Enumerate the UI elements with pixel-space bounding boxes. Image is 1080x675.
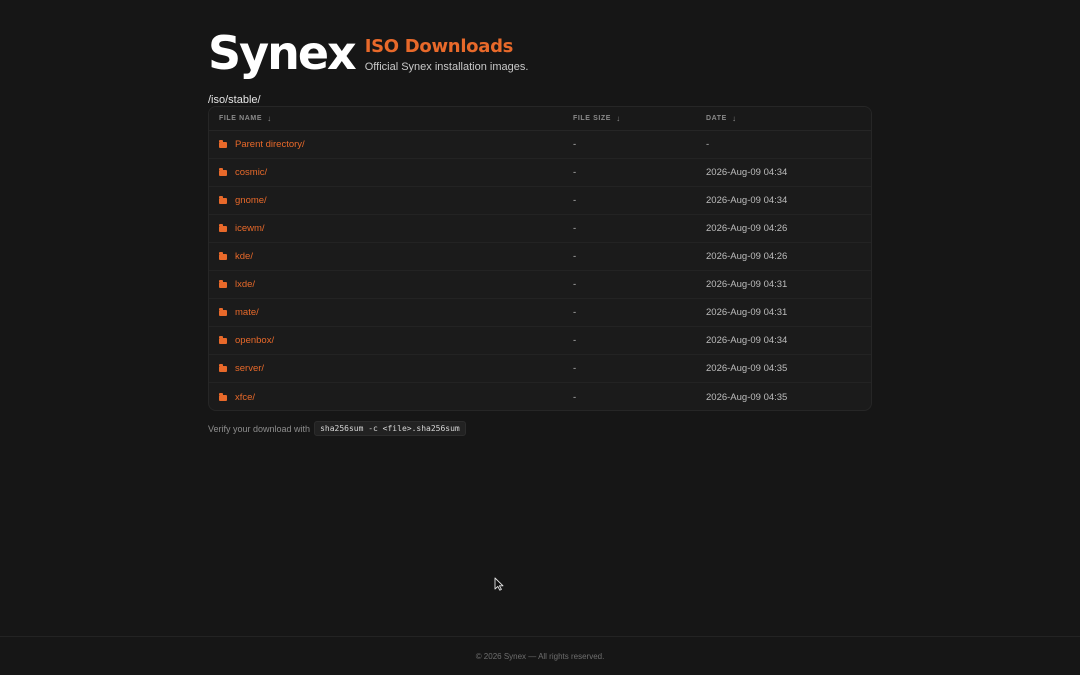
directory-link-server[interactable]: server/ xyxy=(235,363,264,374)
table-row: Parent directory/ - - xyxy=(209,131,871,159)
directory-link-cosmic[interactable]: cosmic/ xyxy=(235,167,267,178)
file-size-cell: - xyxy=(573,335,577,346)
folder-icon xyxy=(219,336,227,344)
date-cell: 2026-Aug-09 04:26 xyxy=(706,223,788,234)
table-row: lxde/ - 2026-Aug-09 04:31 xyxy=(209,271,871,299)
folder-icon xyxy=(219,308,227,316)
verify-note: Verify your download with sha256sum -c <… xyxy=(208,421,466,436)
table-row: gnome/ - 2026-Aug-09 04:34 xyxy=(209,187,871,215)
file-name-cell: mate/ xyxy=(209,307,573,318)
folder-icon xyxy=(219,168,227,176)
directory-link-mate[interactable]: mate/ xyxy=(235,307,259,318)
date-cell: 2026-Aug-09 04:35 xyxy=(706,363,788,374)
page-title: ISO Downloads xyxy=(364,36,514,57)
file-name-cell: server/ xyxy=(209,363,573,374)
header-text: ISO Downloads Official Synex installatio… xyxy=(365,28,529,73)
file-name-cell: lxde/ xyxy=(209,279,573,290)
folder-icon xyxy=(219,364,227,372)
directory-link-gnome[interactable]: gnome/ xyxy=(235,195,267,206)
column-label-date: Date xyxy=(706,115,727,122)
file-size-cell: - xyxy=(573,139,577,150)
sort-down-icon: ↓ xyxy=(267,114,272,123)
current-path: /iso/stable/ xyxy=(208,94,261,106)
mouse-cursor-icon xyxy=(494,577,504,591)
file-size-cell: - xyxy=(573,279,577,290)
folder-icon xyxy=(219,196,227,204)
column-header-file-size[interactable]: File Size ↓ xyxy=(573,114,706,123)
folder-icon xyxy=(219,224,227,232)
file-size-cell: - xyxy=(573,251,577,262)
column-label-file-name: File Name xyxy=(219,115,263,122)
table-row: icewm/ - 2026-Aug-09 04:26 xyxy=(209,215,871,243)
verify-command[interactable]: sha256sum -c <file>.sha256sum xyxy=(314,421,466,436)
table-row: openbox/ - 2026-Aug-09 04:34 xyxy=(209,327,871,355)
table-row: kde/ - 2026-Aug-09 04:26 xyxy=(209,243,871,271)
file-size-cell: - xyxy=(573,391,577,403)
file-size-cell: - xyxy=(573,195,577,206)
directory-link-kde[interactable]: kde/ xyxy=(235,251,253,262)
directory-link-lxde[interactable]: lxde/ xyxy=(235,279,255,290)
date-cell: - xyxy=(706,139,710,150)
file-size-cell: - xyxy=(573,363,577,374)
date-cell: 2026-Aug-09 04:34 xyxy=(706,335,788,346)
site-header: Synex ISO Downloads Official Synex insta… xyxy=(208,28,528,78)
page-subtitle: Official Synex installation images. xyxy=(364,61,529,73)
file-name-cell: gnome/ xyxy=(209,195,573,206)
sort-down-icon: ↓ xyxy=(616,114,621,123)
verify-text: Verify your download with xyxy=(208,423,311,434)
page: Synex ISO Downloads Official Synex insta… xyxy=(0,0,1080,675)
copyright-text: © 2026 Synex — All rights reserved. xyxy=(475,651,605,661)
folder-icon xyxy=(219,252,227,260)
file-name-cell: kde/ xyxy=(209,251,573,262)
table-header: File Name ↓ File Size ↓ Date ↓ xyxy=(209,107,871,131)
parent-directory-link[interactable]: Parent directory/ xyxy=(235,139,305,150)
column-header-file-name[interactable]: File Name ↓ xyxy=(209,114,573,123)
table-row: cosmic/ - 2026-Aug-09 04:34 xyxy=(209,159,871,187)
site-footer: © 2026 Synex — All rights reserved. xyxy=(0,636,1080,675)
file-name-cell: openbox/ xyxy=(209,335,573,346)
column-header-date[interactable]: Date ↓ xyxy=(706,114,856,123)
file-size-cell: - xyxy=(573,307,577,318)
date-cell: 2026-Aug-09 04:31 xyxy=(706,279,788,290)
table-row: server/ - 2026-Aug-09 04:35 xyxy=(209,355,871,383)
date-cell: 2026-Aug-09 04:31 xyxy=(706,307,788,318)
file-name-cell: Parent directory/ xyxy=(209,139,573,150)
directory-link-xfce[interactable]: xfce/ xyxy=(235,392,255,403)
directory-link-icewm[interactable]: icewm/ xyxy=(235,223,265,234)
file-name-cell: xfce/ xyxy=(209,392,573,403)
folder-icon xyxy=(219,280,227,288)
date-cell: 2026-Aug-09 04:34 xyxy=(706,195,788,206)
file-size-cell: - xyxy=(573,223,577,234)
table-row: mate/ - 2026-Aug-09 04:31 xyxy=(209,299,871,327)
date-cell: 2026-Aug-09 04:26 xyxy=(706,251,788,262)
date-cell: 2026-Aug-09 04:35 xyxy=(706,391,788,403)
folder-icon xyxy=(219,140,227,148)
file-listing-table: File Name ↓ File Size ↓ Date ↓ Parent di… xyxy=(208,106,872,411)
directory-link-openbox[interactable]: openbox/ xyxy=(235,335,274,346)
folder-icon xyxy=(219,392,227,401)
file-name-cell: icewm/ xyxy=(209,223,573,234)
column-label-file-size: File Size xyxy=(573,115,612,122)
sort-down-icon: ↓ xyxy=(731,114,737,123)
table-row: xfce/ - 2026-Aug-09 04:35 xyxy=(209,383,871,410)
file-name-cell: cosmic/ xyxy=(209,167,573,178)
file-size-cell: - xyxy=(573,167,577,178)
date-cell: 2026-Aug-09 04:34 xyxy=(706,167,788,178)
synex-logo[interactable]: Synex xyxy=(208,28,357,78)
